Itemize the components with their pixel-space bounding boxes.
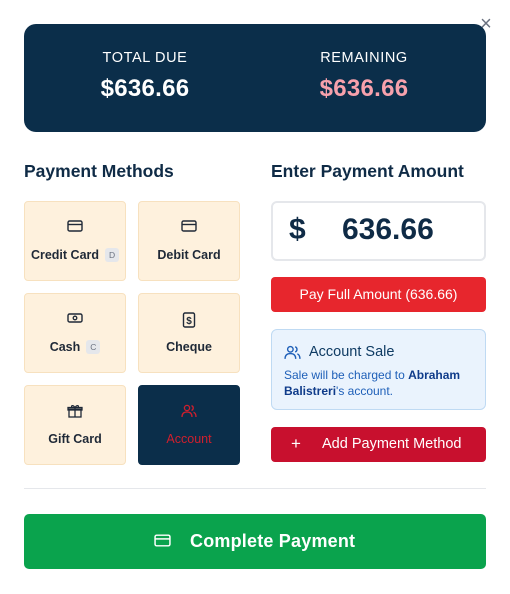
method-cheque[interactable]: $ Cheque [138, 293, 240, 373]
payment-amount-field[interactable]: $ [271, 201, 486, 261]
payment-summary-panel: TOTAL DUE $636.66 REMAINING $636.66 [24, 24, 486, 132]
total-due-block: TOTAL DUE $636.66 [55, 50, 235, 103]
shortcut-key-badge: D [105, 248, 120, 262]
payment-dialog: × TOTAL DUE $636.66 REMAINING $636.66 Pa… [0, 0, 510, 594]
credit-card-icon [139, 220, 239, 234]
method-label: Cheque [166, 340, 212, 354]
remaining-block: REMAINING $636.66 [274, 50, 454, 103]
add-payment-method-label: Add Payment Method [322, 436, 462, 452]
add-payment-method-button[interactable]: + Add Payment Method [271, 427, 486, 462]
method-debit-card[interactable]: Debit Card [138, 201, 240, 281]
account-sale-notice: Account Sale Sale will be charged to Abr… [271, 329, 486, 410]
currency-symbol: $ [289, 213, 306, 246]
account-sale-description: Sale will be charged to Abraham Balistre… [284, 367, 480, 399]
users-icon [284, 345, 301, 359]
method-label: Gift Card [48, 432, 102, 446]
method-label: Cash [49, 340, 81, 354]
method-label: Debit Card [157, 248, 221, 262]
svg-text:$: $ [186, 316, 192, 327]
account-sale-title: Account Sale [309, 344, 395, 360]
divider [24, 488, 486, 489]
users-icon [139, 404, 239, 418]
plus-icon: + [291, 434, 301, 453]
shortcut-key-badge: C [86, 340, 101, 354]
method-label: Credit Card [30, 248, 100, 262]
account-sale-desc-prefix: Sale will be charged to [284, 368, 409, 382]
complete-payment-label: Complete Payment [190, 531, 356, 551]
complete-payment-button[interactable]: Complete Payment [24, 514, 486, 569]
account-sale-desc-suffix: 's account. [336, 384, 394, 398]
method-account[interactable]: Account [138, 385, 240, 465]
method-credit-card[interactable]: Credit Card D [24, 201, 126, 281]
method-label: Account [166, 432, 212, 446]
remaining-label: REMAINING [320, 50, 408, 66]
cheque-icon: $ [139, 312, 239, 328]
method-cash[interactable]: Cash C [24, 293, 126, 373]
cash-icon [25, 312, 125, 326]
total-due-label: TOTAL DUE [102, 50, 188, 66]
total-due-value: $636.66 [100, 75, 190, 102]
credit-card-icon [25, 220, 125, 234]
payment-amount-input[interactable] [342, 213, 482, 247]
remaining-value: $636.66 [319, 75, 409, 102]
method-gift-card[interactable]: Gift Card [24, 385, 126, 465]
gift-icon [25, 404, 125, 418]
pay-full-amount-button[interactable]: Pay Full Amount (636.66) [271, 277, 486, 312]
enter-amount-title: Enter Payment Amount [271, 161, 464, 181]
payment-methods-title: Payment Methods [24, 161, 174, 181]
credit-card-icon [154, 534, 171, 552]
